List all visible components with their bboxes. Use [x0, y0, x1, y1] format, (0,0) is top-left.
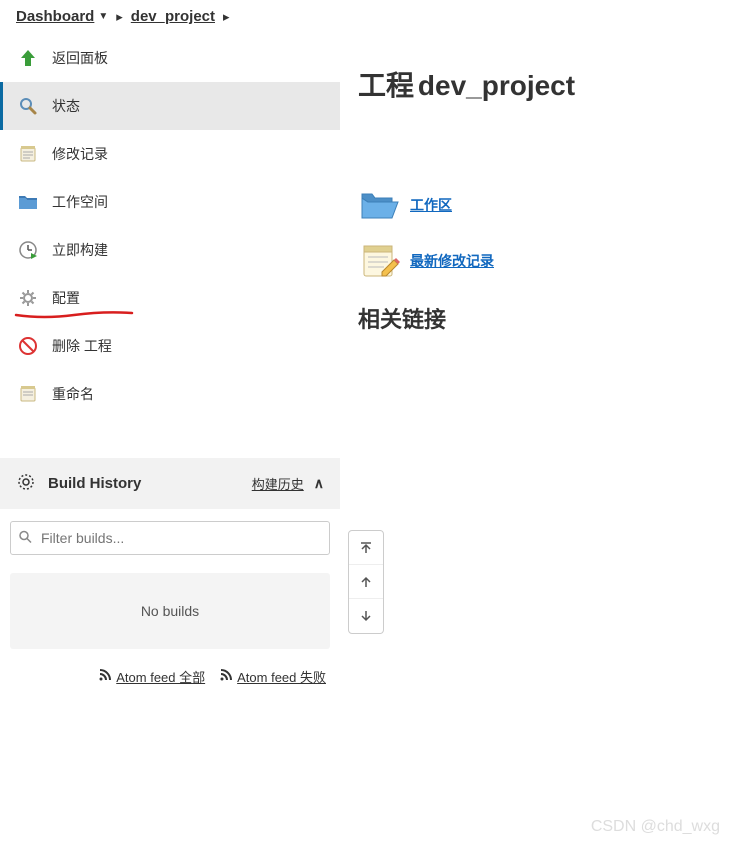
up-arrow-green-icon [16, 46, 40, 70]
folder-open-icon [358, 184, 400, 226]
scroll-up-button[interactable] [349, 565, 383, 599]
chevron-up-icon[interactable]: ∧ [314, 475, 324, 492]
dropdown-caret-icon[interactable]: ▼ [98, 11, 108, 22]
atom-feeds: Atom feed 全部 Atom feed 失败 [0, 655, 340, 698]
brightness-icon [16, 472, 36, 495]
sidebar-item-label: 删除 工程 [52, 336, 112, 356]
clock-play-icon [16, 238, 40, 262]
sidebar-item-status[interactable]: 状态 [0, 82, 340, 130]
atom-feed-failed-link[interactable]: Atom feed 失败 [219, 667, 326, 686]
breadcrumb: Dashboard ▼ ▸ dev_project ▸ [0, 0, 756, 34]
breadcrumb-root-link[interactable]: Dashboard [16, 8, 94, 25]
no-builds-message: No builds [10, 573, 330, 649]
main-content: 工程 dev_project 工作区 最新修改记录 相关链接 [340, 34, 756, 844]
build-history-trend-link[interactable]: 构建历史 [252, 474, 304, 493]
notepad-icon [16, 142, 40, 166]
search-icon [18, 530, 32, 547]
magnifier-icon [16, 94, 40, 118]
atom-feed-all-link[interactable]: Atom feed 全部 [98, 667, 205, 686]
sidebar-item-label: 返回面板 [52, 48, 108, 68]
sidebar-item-delete[interactable]: 删除 工程 [0, 322, 340, 370]
sidebar-item-label: 重命名 [52, 384, 94, 404]
notepad-pencil-icon [358, 240, 400, 282]
scroll-top-button[interactable] [349, 531, 383, 565]
sidebar-item-label: 配置 [52, 288, 80, 308]
page-title-prefix: 工程 [358, 70, 414, 101]
sidebar-item-label: 状态 [52, 96, 80, 116]
sidebar-item-changes[interactable]: 修改记录 [0, 130, 340, 178]
folder-blue-icon [16, 190, 40, 214]
rss-icon [98, 668, 112, 685]
sidebar-item-build-now[interactable]: 立即构建 [0, 226, 340, 274]
recent-changes-link-row: 最新修改记录 [358, 240, 738, 282]
sidebar-item-rename[interactable]: 重命名 [0, 370, 340, 418]
notepad-icon [16, 382, 40, 406]
sidebar-item-workspace[interactable]: 工作空间 [0, 178, 340, 226]
sidebar: 返回面板 状态 修改记录 工作空间 立即构建 [0, 34, 340, 844]
workspace-link[interactable]: 工作区 [410, 195, 452, 215]
filter-builds-input[interactable] [10, 521, 330, 555]
breadcrumb-separator-icon: ▸ [223, 9, 230, 25]
rss-icon [219, 668, 233, 685]
breadcrumb-separator-icon: ▸ [116, 9, 123, 25]
breadcrumb-project-link[interactable]: dev_project [131, 8, 215, 25]
no-entry-icon [16, 334, 40, 358]
scroll-control-box [348, 530, 384, 634]
feed-label: Atom feed 失败 [237, 667, 326, 686]
sidebar-item-label: 工作空间 [52, 192, 108, 212]
workspace-link-row: 工作区 [358, 184, 738, 226]
page-title: 工程 dev_project [358, 64, 738, 104]
build-history-header[interactable]: Build History 构建历史 ∧ [0, 458, 340, 509]
hand-drawn-annotation [14, 310, 134, 320]
sidebar-item-label: 修改记录 [52, 144, 108, 164]
scroll-down-button[interactable] [349, 599, 383, 633]
feed-label: Atom feed 全部 [116, 667, 205, 686]
recent-changes-link[interactable]: 最新修改记录 [410, 251, 494, 271]
watermark: CSDN @chd_wxg [591, 818, 720, 836]
gear-icon [16, 286, 40, 310]
related-links-heading: 相关链接 [358, 302, 738, 334]
build-history-title: Build History [48, 475, 252, 492]
sidebar-item-back[interactable]: 返回面板 [0, 34, 340, 82]
sidebar-item-label: 立即构建 [52, 240, 108, 260]
sidebar-item-configure[interactable]: 配置 [0, 274, 340, 322]
page-title-name: dev_project [418, 70, 575, 101]
